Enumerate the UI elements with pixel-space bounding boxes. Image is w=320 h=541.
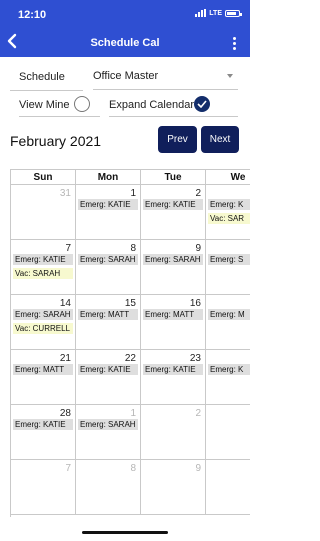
prev-button[interactable]: Prev: [158, 126, 197, 153]
weekday-header: Mon: [76, 170, 141, 185]
divider: [10, 90, 83, 91]
calendar-day-cell[interactable]: Emerg: M: [206, 295, 250, 350]
month-title: February 2021: [10, 133, 102, 149]
nav-bar: Schedule Cal: [0, 28, 250, 57]
day-number: 8: [130, 243, 136, 254]
calendar-day-cell[interactable]: 14 Emerg: SARAH Vac: CURRELL: [11, 295, 76, 350]
calendar-day-cell[interactable]: [206, 405, 250, 460]
status-indicators: LTE: [195, 9, 242, 17]
day-number: 15: [124, 298, 136, 309]
day-number: 1: [130, 188, 136, 199]
weekday-header: We: [206, 170, 250, 185]
calendar-day-cell[interactable]: 1 Emerg: SARAH: [76, 405, 141, 460]
view-mine-label: View Mine: [19, 99, 70, 111]
day-number: 8: [130, 463, 136, 474]
page-title: Schedule Cal: [90, 37, 160, 49]
calendar-day-cell[interactable]: Emerg: K: [206, 350, 250, 405]
weekday-header: Tue: [141, 170, 206, 185]
emergency-event[interactable]: Emerg: KATIE: [13, 419, 73, 430]
network-label: LTE: [209, 9, 222, 17]
calendar-day-cell[interactable]: 7: [11, 460, 76, 515]
calendar-day-cell[interactable]: Emerg: K Vac: SAR: [206, 185, 250, 240]
schedule-select-value: Office Master: [93, 70, 159, 82]
view-mine-toggle[interactable]: View Mine: [19, 93, 100, 117]
vacation-event[interactable]: Vac: SARAH: [13, 268, 73, 279]
schedule-label: Schedule: [19, 71, 65, 83]
emergency-event[interactable]: Emerg: M: [208, 309, 250, 320]
emergency-event[interactable]: Emerg: SARAH: [143, 254, 203, 265]
emergency-event[interactable]: Emerg: MATT: [13, 364, 73, 375]
day-number: 9: [195, 463, 201, 474]
emergency-event[interactable]: Emerg: KATIE: [143, 199, 203, 210]
day-number: 1: [130, 408, 136, 419]
day-number: 9: [195, 243, 201, 254]
status-bar: 12:10 LTE: [0, 0, 250, 28]
calendar-grid: Sun Mon Tue We 31 1 Emerg: KATIE 2 Emerg: KATIE…: [10, 169, 250, 517]
emergency-event[interactable]: Emerg: K: [208, 199, 250, 210]
day-number: 7: [65, 243, 71, 254]
emergency-event[interactable]: Emerg: KATIE: [78, 364, 138, 375]
calendar-day-cell[interactable]: 2: [141, 405, 206, 460]
vacation-event[interactable]: Vac: SAR: [208, 213, 250, 224]
caret-down-icon: [227, 74, 233, 78]
calendar-day-cell[interactable]: 22 Emerg: KATIE: [76, 350, 141, 405]
calendar-day-cell[interactable]: 9: [141, 460, 206, 515]
calendar-day-cell[interactable]: 8: [76, 460, 141, 515]
calendar-day-cell[interactable]: 9 Emerg: SARAH: [141, 240, 206, 295]
unchecked-circle-icon[interactable]: [74, 96, 90, 112]
emergency-event[interactable]: Emerg: SARAH: [78, 254, 138, 265]
emergency-event[interactable]: Emerg: S: [208, 254, 250, 265]
day-number: 22: [124, 353, 136, 364]
checked-circle-icon[interactable]: [194, 96, 210, 112]
kebab-menu-icon[interactable]: [233, 37, 236, 50]
calendar-day-cell[interactable]: [206, 460, 250, 515]
day-number: 16: [189, 298, 201, 309]
calendar-day-cell[interactable]: 2 Emerg: KATIE: [141, 185, 206, 240]
day-number: 2: [195, 408, 201, 419]
calendar-day-cell[interactable]: Emerg: S: [206, 240, 250, 295]
schedule-select[interactable]: Office Master: [93, 66, 238, 90]
day-number: 31: [59, 188, 71, 199]
status-time: 12:10: [18, 9, 47, 21]
emergency-event[interactable]: Emerg: KATIE: [143, 364, 203, 375]
emergency-event[interactable]: Emerg: KATIE: [13, 254, 73, 265]
emergency-event[interactable]: Emerg: SARAH: [13, 309, 73, 320]
calendar-day-cell[interactable]: 31: [11, 185, 76, 240]
emergency-event[interactable]: Emerg: MATT: [78, 309, 138, 320]
day-number: 23: [189, 353, 201, 364]
vacation-event[interactable]: Vac: CURRELL: [13, 323, 73, 334]
calendar-day-cell[interactable]: 7 Emerg: KATIE Vac: SARAH: [11, 240, 76, 295]
toggles-row: View Mine Expand Calendar: [0, 93, 250, 119]
schedule-row: Schedule Office Master: [0, 66, 250, 91]
expand-calendar-label: Expand Calendar: [109, 99, 195, 111]
emergency-event[interactable]: Emerg: KATIE: [78, 199, 138, 210]
home-indicator: [82, 531, 168, 534]
expand-calendar-toggle[interactable]: Expand Calendar: [109, 93, 238, 117]
weekday-header: Sun: [11, 170, 76, 185]
emergency-event[interactable]: Emerg: MATT: [143, 309, 203, 320]
day-number: 21: [59, 353, 71, 364]
calendar-day-cell[interactable]: 8 Emerg: SARAH: [76, 240, 141, 295]
emergency-event[interactable]: Emerg: SARAH: [78, 419, 138, 430]
emergency-event[interactable]: Emerg: K: [208, 364, 250, 375]
calendar-day-cell[interactable]: 28 Emerg: KATIE: [11, 405, 76, 460]
next-button[interactable]: Next: [201, 126, 239, 153]
calendar-day-cell[interactable]: 15 Emerg: MATT: [76, 295, 141, 350]
calendar-day-cell[interactable]: 23 Emerg: KATIE: [141, 350, 206, 405]
day-number: 2: [195, 188, 201, 199]
day-number: 7: [65, 463, 71, 474]
calendar-day-cell[interactable]: 1 Emerg: KATIE: [76, 185, 141, 240]
day-number: 28: [59, 408, 71, 419]
calendar-day-cell[interactable]: 16 Emerg: MATT: [141, 295, 206, 350]
calendar-day-cell[interactable]: 21 Emerg: MATT: [11, 350, 76, 405]
battery-icon: [225, 9, 242, 17]
signal-icon: [195, 9, 207, 17]
day-number: 14: [59, 298, 71, 309]
